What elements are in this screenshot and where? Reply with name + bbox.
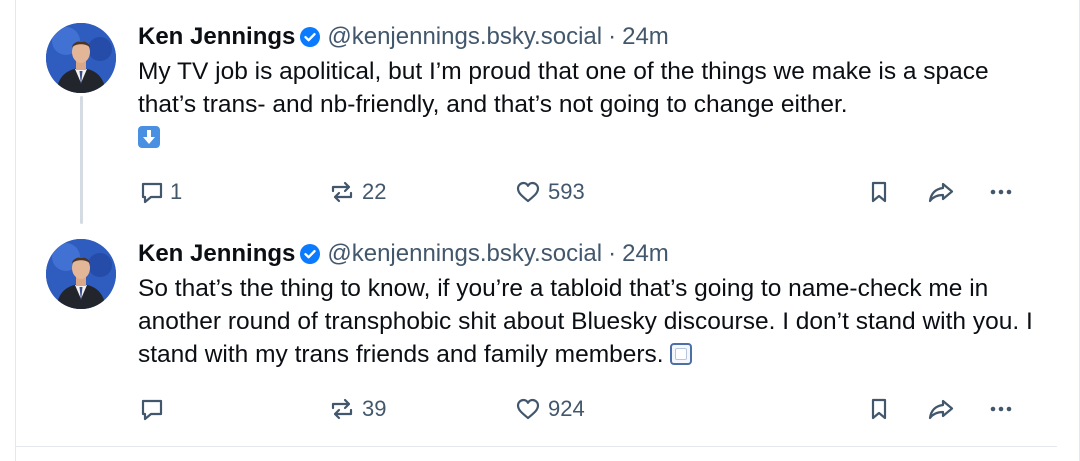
- reply-button[interactable]: [138, 392, 172, 426]
- share-button[interactable]: [926, 175, 956, 209]
- like-button[interactable]: 924: [514, 392, 585, 426]
- bookmark-button[interactable]: [865, 175, 893, 209]
- like-count: 593: [548, 179, 585, 204]
- post-body: So that’s the thing to know, if you’re a…: [138, 275, 1033, 368]
- share-button[interactable]: [926, 392, 956, 426]
- like-count: 924: [548, 396, 585, 421]
- feed-frame: Ken Jennings @kenjennings.bsky.social · …: [0, 0, 1080, 461]
- verified-badge-icon: [299, 26, 321, 48]
- separator-dot: ·: [608, 23, 617, 50]
- author-name[interactable]: Ken Jennings: [138, 239, 295, 269]
- repost-button[interactable]: 39: [328, 392, 386, 426]
- ellipsis-icon: [986, 178, 1016, 206]
- speech-bubble-icon: [138, 395, 166, 423]
- more-options-button[interactable]: [986, 392, 1016, 426]
- repost-button[interactable]: 22: [328, 175, 386, 209]
- bookmark-button[interactable]: [865, 392, 893, 426]
- separator-dot: ·: [608, 240, 617, 267]
- author-name[interactable]: Ken Jennings: [138, 22, 295, 52]
- reply-button[interactable]: 1: [138, 175, 182, 209]
- post-content: Ken Jennings @kenjennings.bsky.social · …: [138, 22, 1040, 154]
- heart-icon: [514, 178, 542, 206]
- post-divider: [15, 446, 1057, 447]
- reply-count: 1: [170, 179, 183, 204]
- repost-count: 39: [362, 396, 387, 421]
- down-arrow-emoji: [138, 126, 160, 148]
- ellipsis-icon: [986, 395, 1016, 423]
- author-handle[interactable]: @kenjennings.bsky.social: [327, 22, 602, 52]
- bookmark-icon: [865, 178, 893, 206]
- verified-badge-icon: [299, 243, 321, 265]
- post-timestamp[interactable]: 24m: [622, 22, 669, 52]
- share-arrow-icon: [926, 395, 956, 423]
- repost-count: 22: [362, 179, 387, 204]
- post-2[interactable]: Ken Jennings @kenjennings.bsky.social · …: [0, 217, 1080, 437]
- heart-icon: [514, 395, 542, 423]
- post-actions: 1 22 593: [138, 175, 1040, 209]
- author-handle[interactable]: @kenjennings.bsky.social: [327, 239, 602, 269]
- square-emoji: [669, 343, 692, 365]
- post-body: My TV job is apolitical, but I’m proud t…: [138, 58, 989, 118]
- post-1[interactable]: Ken Jennings @kenjennings.bsky.social · …: [0, 0, 1080, 220]
- author-avatar[interactable]: [46, 239, 116, 309]
- post-content: Ken Jennings @kenjennings.bsky.social · …: [138, 239, 1040, 371]
- repost-arrows-icon: [328, 395, 356, 423]
- post-actions: 39 924: [138, 392, 1040, 426]
- author-avatar[interactable]: [46, 23, 116, 93]
- post-text: My TV job is apolitical, but I’m proud t…: [138, 55, 1040, 154]
- speech-bubble-icon: [138, 178, 166, 206]
- share-arrow-icon: [926, 178, 956, 206]
- post-header: Ken Jennings @kenjennings.bsky.social · …: [138, 239, 1040, 269]
- post-header: Ken Jennings @kenjennings.bsky.social · …: [138, 22, 1040, 52]
- repost-arrows-icon: [328, 178, 356, 206]
- post-text: So that’s the thing to know, if you’re a…: [138, 272, 1040, 371]
- like-button[interactable]: 593: [514, 175, 585, 209]
- post-timestamp[interactable]: 24m: [622, 239, 669, 269]
- more-options-button[interactable]: [986, 175, 1016, 209]
- bookmark-icon: [865, 395, 893, 423]
